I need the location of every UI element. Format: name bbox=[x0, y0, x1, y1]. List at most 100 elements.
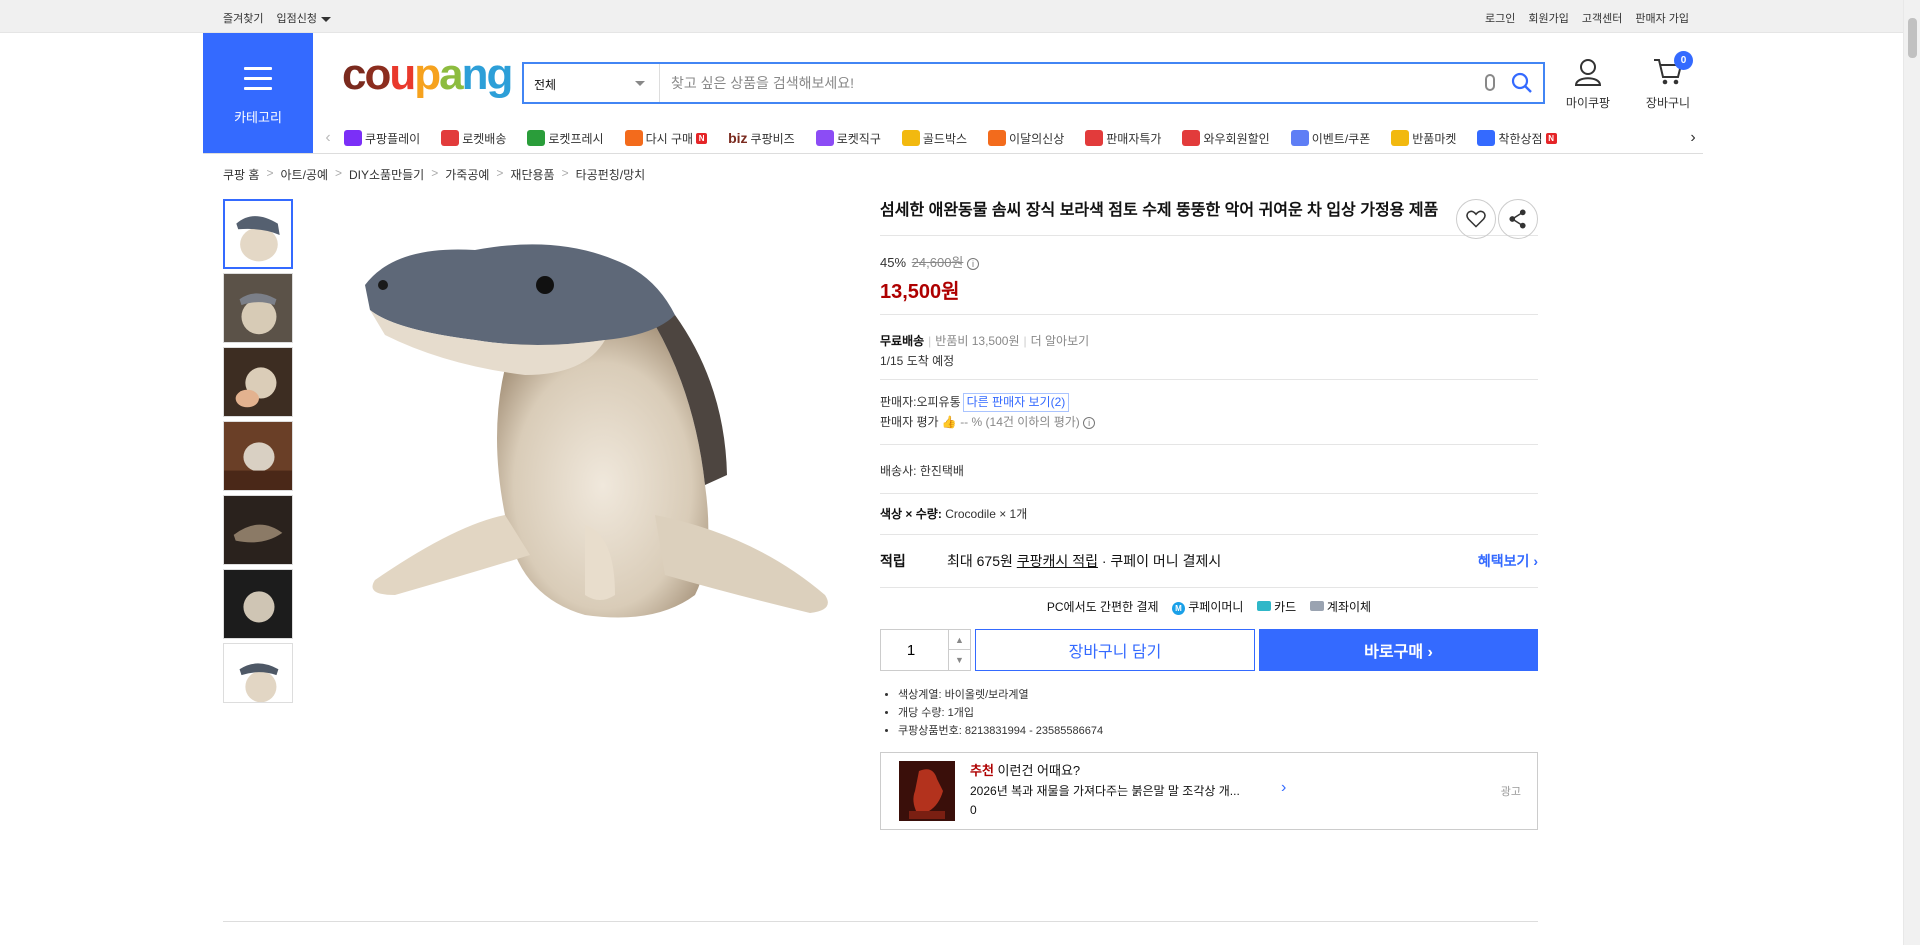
breadcrumb-item[interactable]: 재단용품 bbox=[510, 166, 554, 183]
user-icon bbox=[1574, 59, 1602, 86]
recommendation-image bbox=[899, 761, 955, 821]
quantity-stepper: ▲ ▼ bbox=[880, 629, 971, 671]
nav-item-12[interactable]: 착한상점 N bbox=[1477, 130, 1557, 147]
nav-item-label: 이달의신상 bbox=[1009, 131, 1065, 146]
breadcrumb-item[interactable]: 가죽공예 bbox=[445, 166, 489, 183]
seller-signup-link[interactable]: 판매자 가입 bbox=[1635, 10, 1689, 26]
percent-icon bbox=[1085, 130, 1104, 146]
dropdown-arrow-icon bbox=[635, 81, 645, 86]
thumbnail-4[interactable] bbox=[223, 421, 293, 491]
arrival-date: 1/15 도착 예정 bbox=[880, 354, 955, 368]
cart-button[interactable]: 0 장바구니 bbox=[1633, 51, 1703, 111]
nav-item-7[interactable]: 이달의신상 bbox=[988, 130, 1064, 147]
thumbnail-3[interactable] bbox=[223, 347, 293, 417]
coupang-logo[interactable]: coupang bbox=[342, 51, 513, 99]
scrollbar-thumb[interactable] bbox=[1908, 18, 1917, 58]
seller-rating-label: 판매자 평가 bbox=[880, 415, 939, 429]
search-category-value: 전체 bbox=[534, 78, 557, 92]
info-icon[interactable]: i bbox=[1083, 417, 1096, 429]
nav-item-1[interactable]: 로켓배송 bbox=[441, 130, 506, 147]
option-section: 색상 × 수량: Crocodile × 1개 bbox=[880, 494, 1538, 534]
thumbnail-1[interactable] bbox=[223, 199, 293, 269]
learn-more-link[interactable]: 더 알아보기 bbox=[1031, 334, 1090, 348]
seller-rating-note: (14건 이하의 평가) bbox=[985, 415, 1080, 429]
coupang-cash-link[interactable]: 쿠팡캐시 적립 bbox=[1017, 551, 1098, 571]
info-icon[interactable]: i bbox=[967, 258, 980, 270]
breadcrumb: 쿠팡 홈 > 아트/공예 > DIY소품만들기 > 가죽공예 > 재단용품 > 타공펀칭/망치 bbox=[223, 166, 645, 183]
nav-item-label: 다시 구매 bbox=[645, 131, 694, 146]
shop-icon bbox=[1477, 130, 1496, 146]
courier-label: 배송사: bbox=[880, 464, 917, 478]
nav-item-6[interactable]: 골드박스 bbox=[901, 130, 968, 147]
nav-item-5[interactable]: 로켓직구 bbox=[815, 130, 881, 147]
breadcrumb-separator-icon: > bbox=[561, 166, 569, 180]
heart-icon bbox=[1466, 210, 1486, 228]
thumbnail-7[interactable] bbox=[223, 643, 293, 703]
courier-name: 한진택배 bbox=[919, 464, 964, 478]
login-link[interactable]: 로그인 bbox=[1485, 10, 1515, 26]
bank-icon bbox=[1309, 601, 1324, 611]
my-coupang-button[interactable]: 마이쿠팡 bbox=[1553, 57, 1623, 111]
quantity-input[interactable] bbox=[881, 630, 941, 670]
apply-store-link[interactable]: 입점신청 bbox=[276, 10, 331, 26]
option-label: 색상 × 수량: bbox=[880, 507, 942, 521]
search-input[interactable] bbox=[661, 64, 1461, 102]
ad-label: 광고 bbox=[1500, 786, 1521, 798]
benefits-label: 혜택보기 bbox=[1477, 553, 1530, 569]
breadcrumb-item[interactable]: 타공펀칭/망치 bbox=[576, 166, 646, 183]
buy-now-button[interactable]: 바로구매 › bbox=[1259, 629, 1538, 671]
nav-item-label: 쿠팡비즈 bbox=[750, 131, 795, 146]
thumbnail-2[interactable] bbox=[223, 273, 293, 343]
nav-item-4[interactable]: biz 쿠팡비즈 bbox=[728, 130, 795, 147]
reward-section: 적립 최대 675원 쿠팡캐시 적립 · 쿠페이 머니 결제시 혜택보기 › bbox=[880, 535, 1538, 587]
breadcrumb-separator-icon: > bbox=[266, 166, 274, 180]
nav-item-11[interactable]: 반품마켓 bbox=[1391, 130, 1456, 147]
search-icon[interactable] bbox=[1511, 72, 1533, 94]
quantity-increase-icon[interactable]: ▲ bbox=[948, 630, 970, 650]
nav-prev-arrow-icon[interactable]: ‹ bbox=[318, 129, 338, 147]
nav-item-10[interactable]: 이벤트/쿠폰 bbox=[1290, 130, 1370, 147]
goldbox-icon bbox=[901, 130, 920, 146]
nav-item-3[interactable]: 다시 구매 N bbox=[624, 130, 708, 147]
breadcrumb-item[interactable]: 아트/공예 bbox=[280, 166, 328, 183]
recommendation-ad[interactable]: 추천 이런건 어때요? 2026년 복과 재물을 가져다주는 붉은말 말 조각상… bbox=[880, 752, 1538, 830]
nav-item-label: 골드박스 bbox=[922, 131, 968, 146]
service-nav: ‹ 쿠팡플레이 로켓배송 로켓프레시 다시 구매 N biz 쿠팡비즈 로켓직구 골드박스 이달의… bbox=[318, 123, 1703, 153]
purchase-row: ▲ ▼ 장바구니 담기 바로구매 › bbox=[880, 629, 1538, 672]
wow-icon bbox=[1182, 130, 1201, 146]
free-shipping-label: 무료배송 bbox=[880, 334, 925, 348]
main-product-image[interactable] bbox=[355, 215, 835, 715]
product-title: 섬세한 애완동물 솜씨 장식 보라색 점토 수제 뚱뚱한 악어 귀여운 차 입상… bbox=[880, 202, 1439, 219]
payment-title: PC에서도 간편한 결제 bbox=[1046, 600, 1159, 614]
other-sellers-button[interactable]: 다른 판매자 보기(2) bbox=[962, 393, 1070, 412]
wishlist-button[interactable] bbox=[1456, 199, 1496, 239]
share-button[interactable] bbox=[1498, 199, 1538, 239]
nav-item-9[interactable]: 와우회원할인 bbox=[1182, 130, 1270, 147]
mic-icon[interactable] bbox=[1485, 74, 1495, 91]
seller-name: 오피유통 bbox=[916, 395, 961, 409]
header-divider bbox=[203, 153, 1703, 154]
favorites-link[interactable]: 즐겨찾기 bbox=[223, 10, 263, 26]
nav-next-arrow-icon[interactable]: › bbox=[1683, 129, 1703, 147]
caret-down-icon bbox=[320, 16, 331, 22]
thumbnail-list bbox=[223, 199, 293, 707]
breadcrumb-item[interactable]: DIY소품만들기 bbox=[349, 166, 424, 183]
nav-item-8[interactable]: 판매자특가 bbox=[1085, 130, 1161, 147]
thumbs-up-icon: 👍 bbox=[941, 415, 957, 429]
breadcrumb-item[interactable]: 쿠팡 홈 bbox=[223, 166, 259, 183]
support-link[interactable]: 고객센터 bbox=[1582, 10, 1622, 26]
search-category-select[interactable]: 전체 bbox=[524, 64, 660, 102]
thumbnail-6[interactable] bbox=[223, 569, 293, 639]
category-menu-button[interactable]: 카테고리 bbox=[203, 33, 313, 153]
add-to-cart-button[interactable]: 장바구니 담기 bbox=[975, 629, 1255, 671]
nav-item-2[interactable]: 로켓프레시 bbox=[527, 130, 604, 147]
signup-link[interactable]: 회원가입 bbox=[1528, 10, 1568, 26]
reward-amount: 최대 675원 bbox=[947, 553, 1013, 569]
page-scrollbar[interactable] bbox=[1903, 0, 1920, 945]
nav-item-0[interactable]: 쿠팡플레이 bbox=[344, 130, 420, 147]
attribute-list: 색상계열: 바이올렛/보라계열 개당 수량: 1개입 쿠팡상품번호: 82138… bbox=[880, 686, 1538, 740]
breadcrumb-separator-icon: > bbox=[334, 166, 342, 180]
quantity-decrease-icon[interactable]: ▼ bbox=[948, 650, 970, 670]
thumbnail-5[interactable] bbox=[223, 495, 293, 565]
benefits-link[interactable]: 혜택보기 › bbox=[1478, 551, 1538, 571]
